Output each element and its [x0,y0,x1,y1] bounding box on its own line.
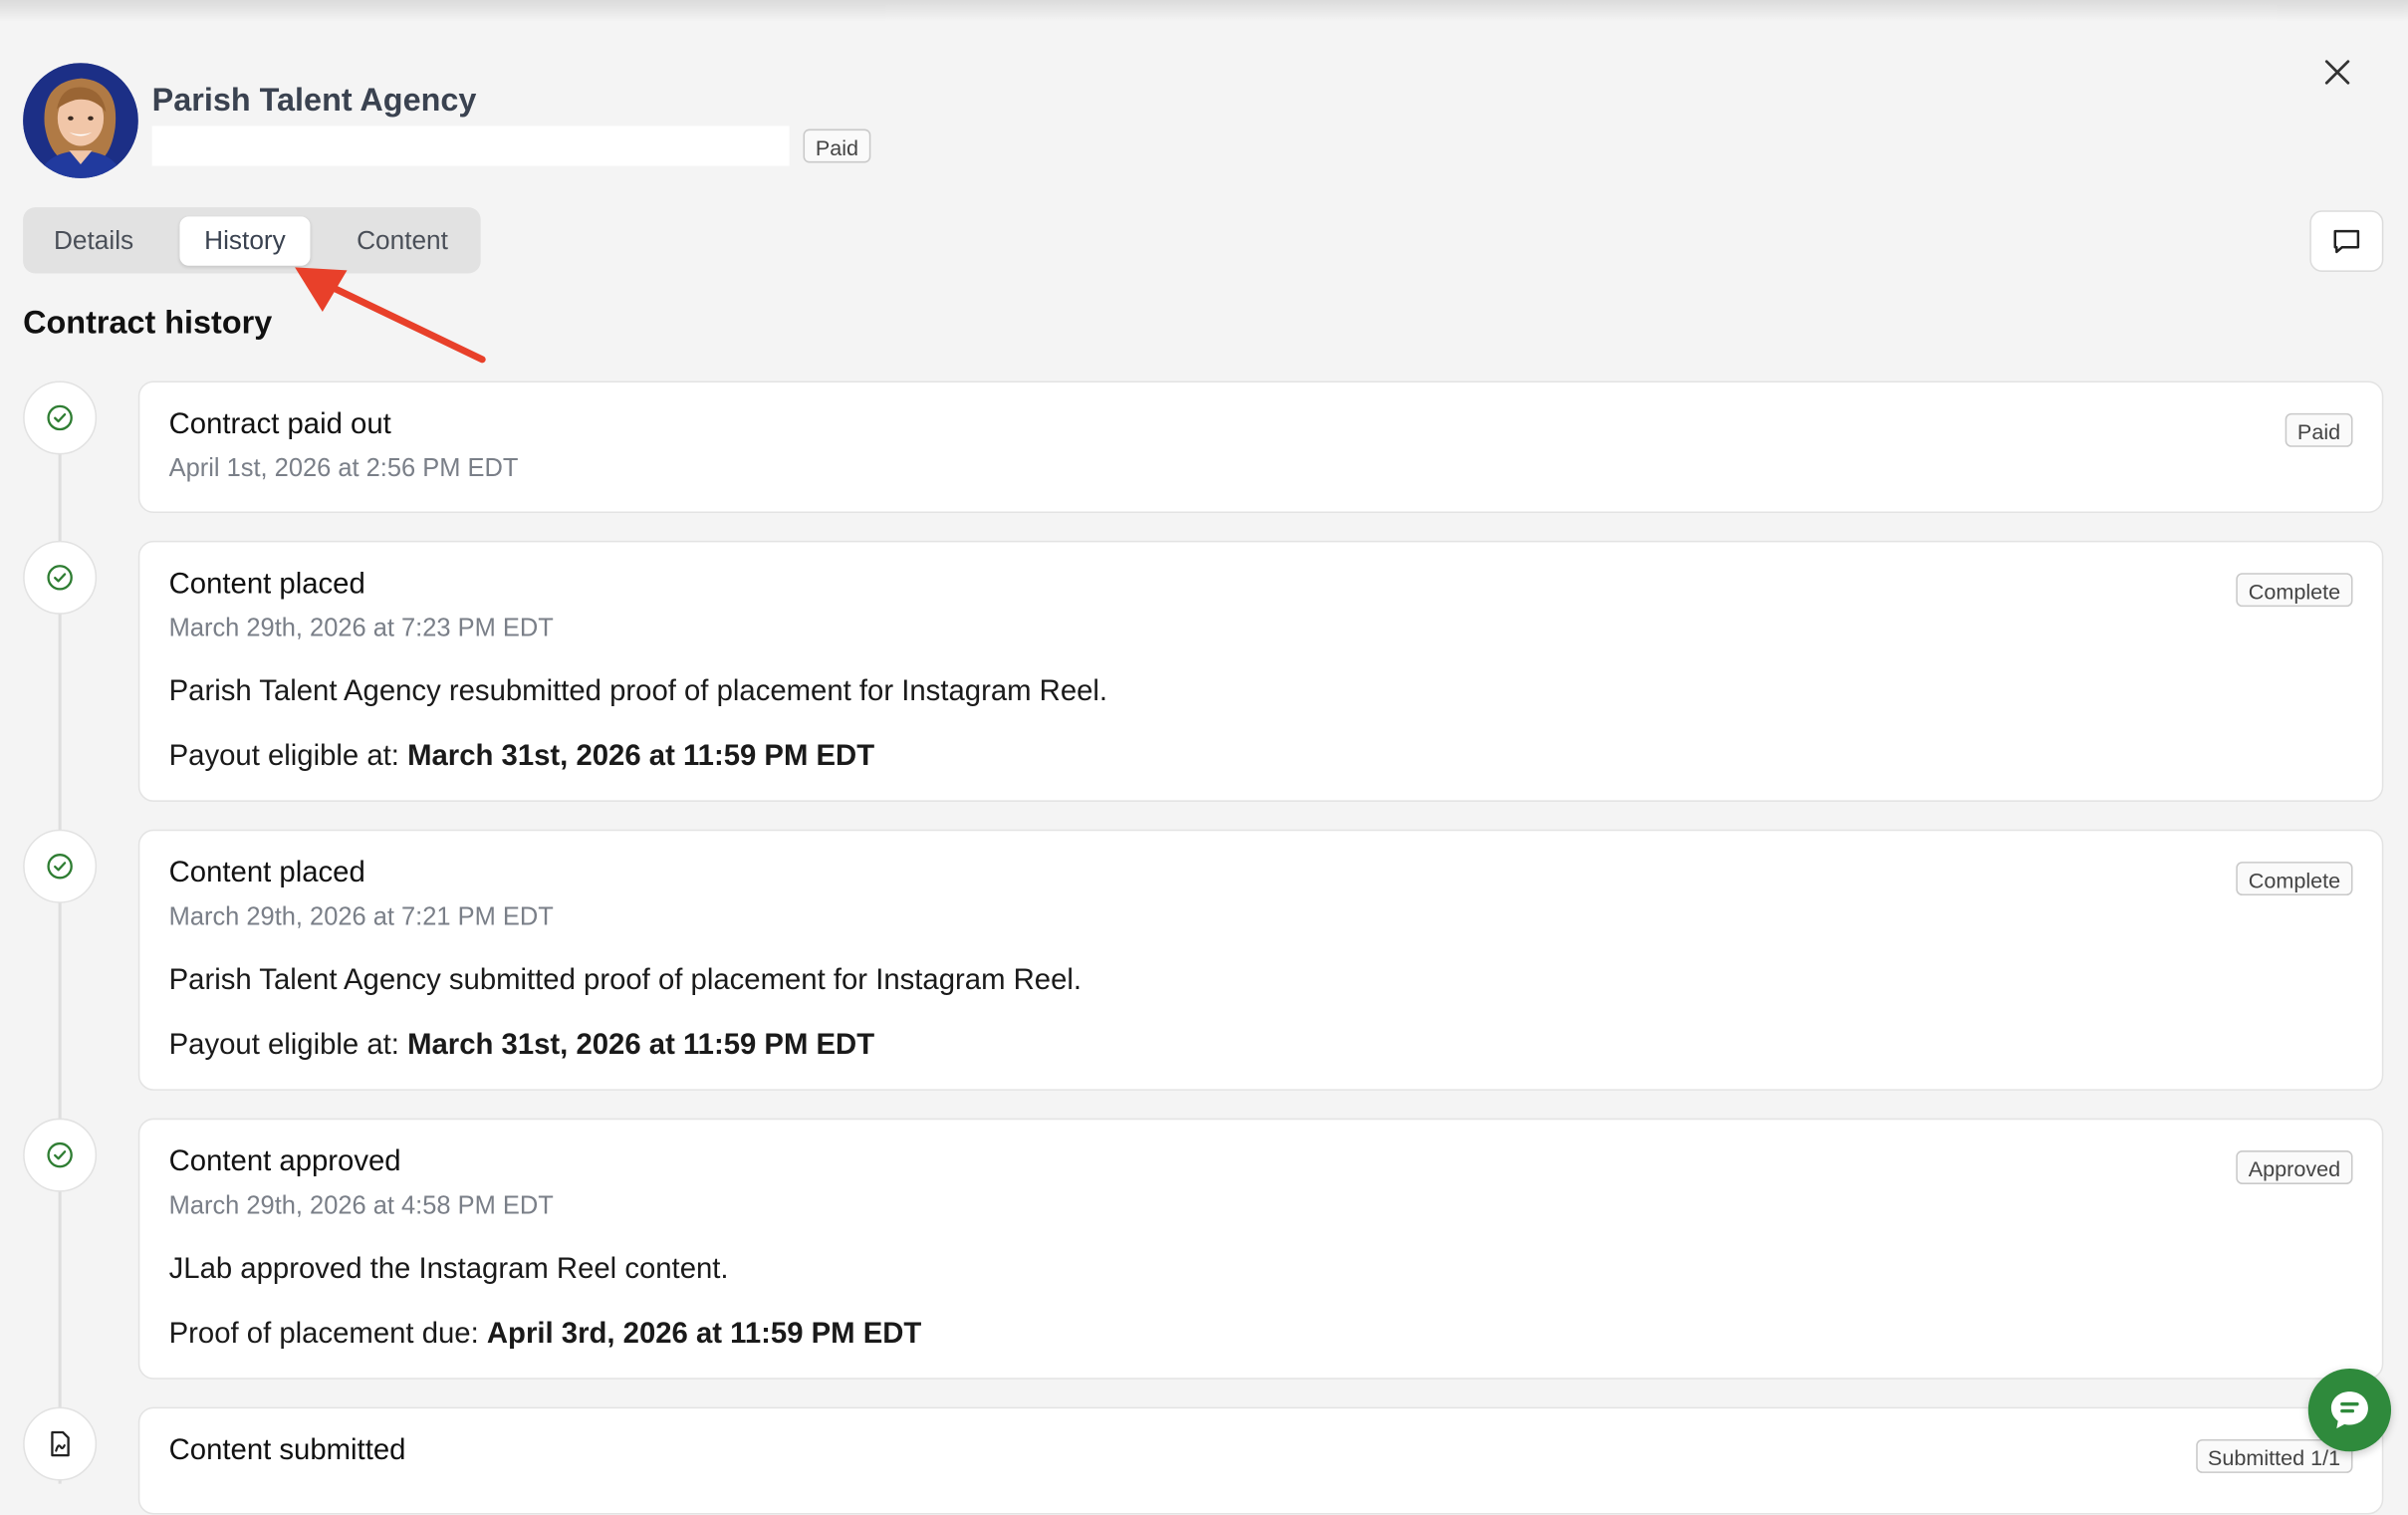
event-message: Parish Talent Agency resubmitted proof o… [168,675,1108,708]
event-detail-label: Payout eligible at: [168,1029,399,1062]
event-message: JLab approved the Instagram Reel content… [168,1253,729,1286]
section-title: Contract history [23,305,273,342]
check-circle-icon [47,404,73,431]
contract-panel: Parish Talent Agency Paid Details Histor… [0,0,2408,1515]
event-title: Content placed [168,857,365,889]
avatar [23,63,138,178]
event-detail-label: Payout eligible at: [168,740,399,773]
event-badge: Complete [2236,862,2353,896]
event-detail: Proof of placement due: April 3rd, 2026 … [169,1318,922,1352]
check-circle-icon [47,854,73,880]
event-title: Content placed [168,568,365,601]
history-card: Contract paid out April 1st, 2026 at 2:5… [137,380,2384,514]
tab-details[interactable]: Details [32,216,154,265]
tab-content[interactable]: Content [337,216,469,265]
event-message: Parish Talent Agency submitted proof of … [168,964,1083,997]
chat-button[interactable] [2307,1369,2392,1452]
event-date: March 29th, 2026 at 7:21 PM EDT [168,902,554,931]
history-card: Content submitted Submitted 1/1 [137,1406,2384,1515]
event-detail-label: Proof of placement due: [168,1318,479,1351]
timeline-marker [23,829,98,903]
tab-history[interactable]: History [179,216,311,266]
status-badge: Paid [803,128,871,163]
history-card: Content placed March 29th, 2026 at 7:23 … [137,540,2384,802]
top-shadow [0,0,2408,22]
timeline-marker [23,1118,98,1192]
event-date: March 29th, 2026 at 4:58 PM EDT [168,1191,554,1220]
event-title: Content submitted [168,1434,406,1467]
agency-name: Parish Talent Agency [151,83,477,119]
comment-icon [2333,229,2360,254]
event-title: Content approved [168,1145,401,1178]
event-detail: Payout eligible at: March 31st, 2026 at … [169,740,874,774]
comment-button[interactable] [2309,210,2384,272]
file-signature-icon [51,1430,70,1457]
redacted-subtitle [151,126,790,166]
chat-bubble-icon [2330,1391,2368,1429]
history-card: Content approved March 29th, 2026 at 4:5… [137,1118,2384,1380]
history-card: Content placed March 29th, 2026 at 7:21 … [137,829,2384,1091]
event-detail-value: April 3rd, 2026 at 11:59 PM EDT [486,1318,922,1351]
event-detail-value: March 31st, 2026 at 11:59 PM EDT [407,1029,875,1062]
check-circle-icon [47,565,73,591]
timeline-marker [23,540,98,615]
event-badge: Approved [2236,1150,2353,1184]
event-date: April 1st, 2026 at 2:56 PM EDT [168,454,519,483]
event-badge: Complete [2236,573,2353,608]
close-button[interactable] [2315,51,2358,94]
event-date: March 29th, 2026 at 7:23 PM EDT [168,614,554,642]
timeline-marker [23,1406,98,1481]
event-title: Contract paid out [168,408,391,441]
event-detail-value: March 31st, 2026 at 11:59 PM EDT [407,740,875,773]
timeline-marker [23,380,98,455]
event-badge: Paid [2285,412,2353,447]
close-icon [2324,60,2350,85]
tab-bar: Details History Content [23,207,481,274]
event-detail: Payout eligible at: March 31st, 2026 at … [169,1029,874,1063]
check-circle-icon [47,1141,73,1168]
